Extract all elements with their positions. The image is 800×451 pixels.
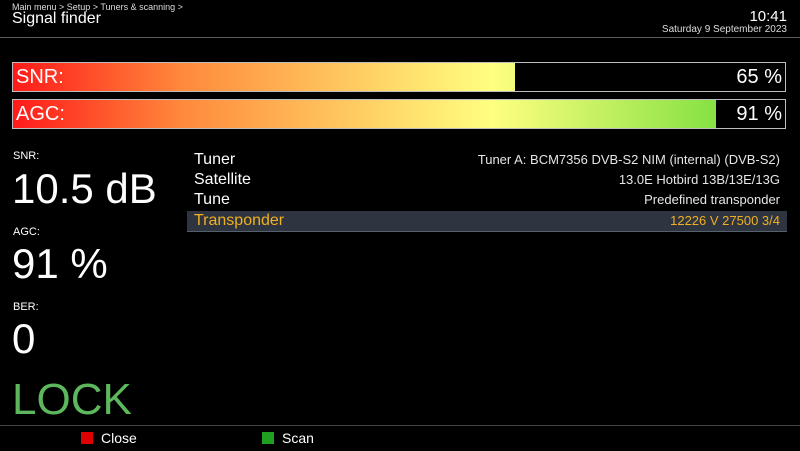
info-row-satellite[interactable]: Satellite 13.0E Hotbird 13B/13E/13G bbox=[187, 170, 787, 190]
snr-bar-value: 65 % bbox=[736, 66, 782, 88]
snr-value: 10.5 dB bbox=[12, 165, 157, 212]
info-value: 12226 V 27500 3/4 bbox=[670, 213, 780, 228]
agc-bar-fill bbox=[13, 100, 716, 128]
info-value: 13.0E Hotbird 13B/13E/13G bbox=[618, 172, 780, 187]
date: Saturday 9 September 2023 bbox=[661, 24, 787, 35]
info-row-tune[interactable]: Tune Predefined transponder bbox=[187, 190, 787, 210]
snr-label: SNR: bbox=[13, 150, 40, 162]
ber-value: 0 bbox=[12, 315, 36, 362]
page-title: Signal finder bbox=[12, 10, 101, 27]
agc-label: AGC: bbox=[13, 226, 40, 238]
green-key-icon bbox=[262, 432, 274, 444]
info-row-tuner[interactable]: Tuner Tuner A: BCM7356 DVB-S2 NIM (inter… bbox=[187, 150, 787, 170]
agc-bar-label: AGC: bbox=[16, 103, 65, 125]
ber-label: BER: bbox=[13, 301, 39, 313]
agc-value: 91 % bbox=[12, 240, 108, 287]
scan-button[interactable]: Scan bbox=[282, 430, 314, 446]
footer: Close Scan bbox=[0, 425, 800, 451]
red-key-icon bbox=[81, 432, 93, 444]
info-value: Tuner A: BCM7356 DVB-S2 NIM (internal) (… bbox=[477, 152, 780, 167]
header: Main menu > Setup > Tuners & scanning > … bbox=[0, 0, 800, 38]
info-key: Tune bbox=[194, 191, 230, 208]
lock-status: LOCK bbox=[12, 375, 132, 424]
info-key: Satellite bbox=[194, 171, 251, 188]
info-value: Predefined transponder bbox=[644, 192, 780, 207]
agc-bar-value: 91 % bbox=[736, 103, 782, 125]
snr-bar: SNR: 65 % bbox=[12, 62, 786, 92]
info-key: Tuner bbox=[194, 151, 236, 168]
info-row-transponder[interactable]: Transponder 12226 V 27500 3/4 bbox=[187, 211, 787, 232]
agc-bar: AGC: 91 % bbox=[12, 99, 786, 129]
snr-bar-label: SNR: bbox=[16, 66, 64, 88]
snr-bar-fill bbox=[13, 63, 515, 91]
info-key: Transponder bbox=[194, 212, 285, 229]
clock: 10:41 bbox=[749, 8, 787, 25]
close-button[interactable]: Close bbox=[101, 430, 137, 446]
